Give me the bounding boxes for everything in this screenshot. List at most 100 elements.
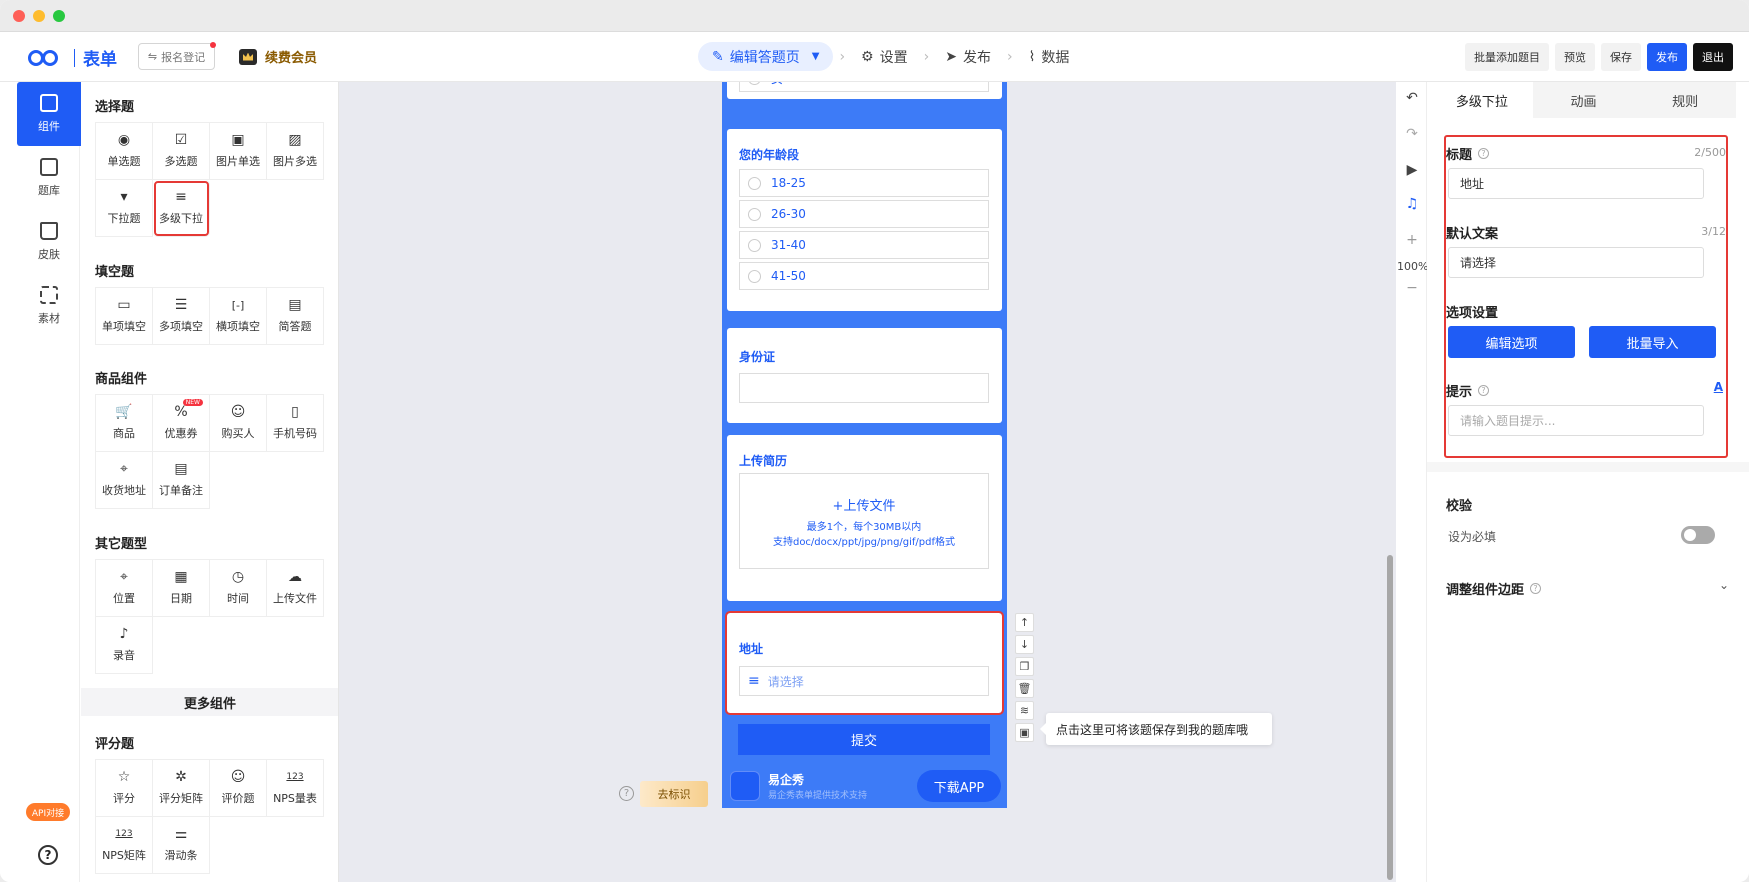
title-input[interactable]: 地址 [1448, 168, 1704, 199]
save-button[interactable]: 保存 [1601, 43, 1641, 71]
component-dropdown[interactable]: ▾ 下拉题 [96, 180, 153, 237]
delete-icon[interactable]: 🗑 [1015, 679, 1034, 698]
option[interactable]: 26-30 [739, 200, 989, 228]
component-date[interactable]: ▦ 日期 [153, 560, 210, 617]
component-slider[interactable]: ⚌ 滑动条 [153, 817, 210, 874]
vip-renew-link[interactable]: 续费会员 [239, 47, 317, 66]
nav-components[interactable]: 组件 [17, 82, 88, 146]
music-icon[interactable]: ♫ [1397, 196, 1427, 212]
upload-hint: 最多1个，每个30MB以内 [806, 521, 922, 533]
component-time[interactable]: ◷ 时间 [210, 560, 267, 617]
zoom-out-icon[interactable]: − [1397, 280, 1427, 296]
question-card-address[interactable]: 地址 ≡ 请选择 [725, 611, 1004, 715]
batch-import-button[interactable]: 批量导入 [1589, 326, 1716, 358]
default-text-label: 默认文案 [1446, 227, 1499, 242]
step-edit[interactable]: ✎ 编辑答题页 ▼ [698, 42, 834, 71]
api-badge[interactable]: API对接 [26, 803, 70, 821]
nav-material[interactable]: 素材 [17, 274, 81, 338]
id-input[interactable] [739, 373, 989, 403]
component-checkbox[interactable]: ☑ 多选题 [153, 123, 210, 180]
batch-add-button[interactable]: 批量添加题目 [1465, 43, 1549, 71]
step-publish[interactable]: ➤ 发布 [935, 47, 1001, 67]
form-name: 报名登记 [161, 50, 206, 64]
help-icon[interactable]: ? [619, 786, 634, 801]
download-app-button[interactable]: 下载APP [917, 770, 1001, 802]
preview-button[interactable]: 预览 [1555, 43, 1595, 71]
more-components[interactable]: 更多组件 [81, 688, 338, 716]
component-multi-fill[interactable]: ☰ 多项填空 [153, 288, 210, 345]
hint-label: 提示? [1446, 381, 1490, 400]
question-card-gender[interactable]: 女 [727, 82, 1002, 99]
nav-skin[interactable]: 皮肤 [17, 210, 81, 274]
margin-label[interactable]: 调整组件边距? [1446, 579, 1542, 598]
nav-library[interactable]: 题库 [17, 146, 81, 210]
caret-down-icon: ▼ [811, 51, 820, 62]
component-phone[interactable]: ▯ 手机号码 [267, 395, 324, 452]
component-inline-fill[interactable]: [-] 横项填空 [210, 288, 267, 345]
redo-icon[interactable]: ↷ [1397, 126, 1427, 142]
component-buyer[interactable]: ☺ 购买人 [210, 395, 267, 452]
move-down-icon[interactable]: ↓ [1015, 635, 1034, 654]
chevron-down-icon[interactable]: ⌄ [1719, 578, 1729, 592]
text-style-icon[interactable]: A [1714, 380, 1723, 394]
option[interactable]: 女 [739, 82, 989, 92]
hint-input[interactable]: 请输入题目提示... [1448, 405, 1704, 436]
edit-options-button[interactable]: 编辑选项 [1448, 326, 1575, 358]
question-card-resume[interactable]: 上传简历 +上传文件 最多1个，每个30MB以内 支持doc/docx/ppt/… [727, 435, 1002, 601]
remove-mark-button[interactable]: 去标识 [640, 781, 708, 807]
tab-cascade-dropdown[interactable]: 多级下拉 [1431, 82, 1533, 118]
component-goods[interactable]: 🛒 商品 [96, 395, 153, 452]
canvas-scrollbar[interactable] [1387, 555, 1393, 880]
question-card-age[interactable]: 您的年龄段 18-25 26-30 31-40 41-50 [727, 129, 1002, 311]
help-icon[interactable]: ? [38, 845, 58, 865]
component-rating-matrix[interactable]: ✲ 评分矩阵 [153, 760, 210, 817]
publish-button[interactable]: 发布 [1647, 43, 1687, 71]
component-evaluation[interactable]: ☺ 评价题 [210, 760, 267, 817]
minimize-window-button[interactable] [33, 10, 45, 22]
option[interactable]: 18-25 [739, 169, 989, 197]
required-toggle[interactable] [1681, 526, 1715, 544]
component-radio[interactable]: ◉ 单选题 [96, 123, 153, 180]
component-rating[interactable]: ☆ 评分 [96, 760, 153, 817]
component-upload[interactable]: ☁ 上传文件 [267, 560, 324, 617]
option[interactable]: 41-50 [739, 262, 989, 290]
maximize-window-button[interactable] [53, 10, 65, 22]
form-preview: 女 您的年龄段 18-25 26-30 31-40 41-50 身份证 上传简历… [722, 82, 1007, 808]
tab-rules[interactable]: 规则 [1634, 82, 1736, 118]
component-coupon[interactable]: NEW% 优惠券 [153, 395, 210, 452]
submit-button[interactable]: 提交 [738, 724, 990, 755]
step-data[interactable]: ⌇ 数据 [1019, 47, 1080, 67]
exit-button[interactable]: 退出 [1693, 43, 1733, 71]
component-recording[interactable]: ♪ 录音 [96, 617, 153, 674]
move-up-icon[interactable]: ↑ [1015, 613, 1034, 632]
address-select[interactable]: ≡ 请选择 [739, 666, 989, 696]
question-card-id[interactable]: 身份证 [727, 328, 1002, 423]
component-essay[interactable]: ▤ 简答题 [267, 288, 324, 345]
component-image-checkbox[interactable]: ▨ 图片多选 [267, 123, 324, 180]
upload-area[interactable]: +上传文件 最多1个，每个30MB以内 支持doc/docx/ppt/jpg/p… [739, 473, 989, 569]
component-cascade-dropdown[interactable]: ≡ 多级下拉 [153, 180, 210, 237]
close-window-button[interactable] [13, 10, 25, 22]
address-placeholder: 请选择 [767, 674, 804, 689]
component-shipping-address[interactable]: ⌖ 收货地址 [96, 452, 153, 509]
step-settings[interactable]: ⚙ 设置 [851, 47, 918, 67]
default-text-input[interactable]: 请选择 [1448, 247, 1704, 278]
play-icon[interactable]: ▶ [1397, 162, 1427, 178]
component-nps-matrix[interactable]: 123 NPS矩阵 [96, 817, 153, 874]
component-image-radio[interactable]: ▣ 图片单选 [210, 123, 267, 180]
copy-icon[interactable]: ❐ [1015, 657, 1034, 676]
save-to-library-icon[interactable]: ▣ [1015, 723, 1034, 742]
microphone-icon: ♪ [119, 626, 129, 642]
undo-icon[interactable]: ↶ [1397, 90, 1427, 106]
option[interactable]: 31-40 [739, 231, 989, 259]
brand-logo[interactable]: 表单 [28, 45, 117, 70]
tab-animation[interactable]: 动画 [1533, 82, 1635, 118]
zoom-in-icon[interactable]: + [1397, 232, 1427, 248]
radio-icon: ◉ [117, 132, 131, 148]
layers-icon[interactable]: ≋ [1015, 701, 1034, 720]
component-nps[interactable]: 123 NPS量表 [267, 760, 324, 817]
component-order-note[interactable]: ▤ 订单备注 [153, 452, 210, 509]
component-single-fill[interactable]: ▭ 单项填空 [96, 288, 153, 345]
component-location[interactable]: ⌖ 位置 [96, 560, 153, 617]
form-name-button[interactable]: ⇋ 报名登记 [138, 42, 216, 70]
